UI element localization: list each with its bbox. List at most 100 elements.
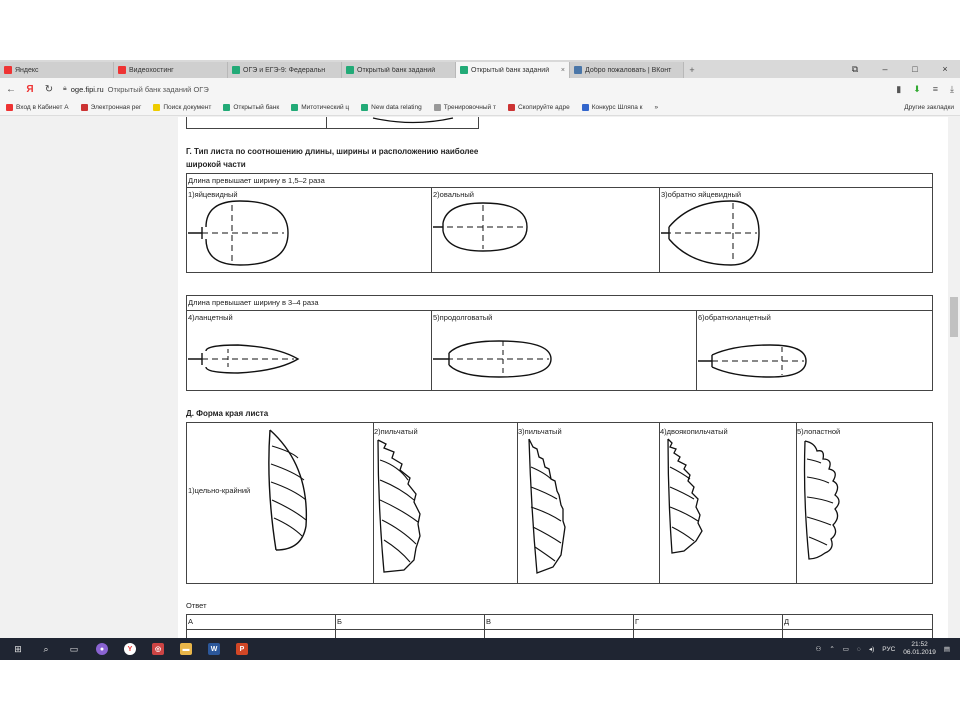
ovate-leaf-drawing xyxy=(188,200,289,266)
cell-divider xyxy=(659,422,660,584)
bookmark-item[interactable]: Скопируйте адре xyxy=(507,104,570,111)
bookmarks-bar: Вход в Кабинет А Электронная рег Поиск д… xyxy=(0,100,960,116)
site-icon xyxy=(507,104,515,111)
answer-column-g: Г xyxy=(635,617,640,626)
site-icon xyxy=(433,104,441,111)
cortana-icon[interactable]: ● xyxy=(88,638,116,660)
back-icon[interactable]: ← xyxy=(6,84,16,95)
bookmark-item[interactable]: Тренировочный т xyxy=(433,104,496,111)
clock-time: 21:52 xyxy=(911,641,928,648)
network-icon[interactable]: ◌ xyxy=(857,646,861,653)
leaf-type-oblanceolate-label: 6)обратноланцетный xyxy=(698,313,771,322)
group1-row xyxy=(186,187,933,273)
fipi-icon xyxy=(346,66,354,74)
bookmark-item[interactable]: Поиск документ xyxy=(153,104,211,111)
tab-oge-ege[interactable]: ОГЭ и ЕГЭ-9: Федеральн xyxy=(228,62,342,78)
up-arrow-icon[interactable]: ⌃ xyxy=(829,645,834,653)
tab-manager-icon[interactable]: ⧉ xyxy=(840,60,870,78)
menu-icon[interactable]: ≡ xyxy=(933,84,938,95)
bookmark-icon[interactable]: ▮ xyxy=(896,84,901,95)
bookmark-item[interactable]: Электронная рег xyxy=(80,104,142,111)
download-icon[interactable]: ⬇ xyxy=(913,84,921,95)
bookmarks-more-button[interactable]: » xyxy=(655,104,659,111)
battery-icon[interactable]: ▭ xyxy=(843,645,849,653)
margin-serrate2-label: 3)пильчатый xyxy=(518,427,562,436)
entire-margin-leaf-drawing xyxy=(262,426,312,554)
leaf-type-lanceolate-label: 4)ланцетный xyxy=(188,313,233,322)
cell-divider xyxy=(796,422,797,584)
vertical-scrollbar[interactable] xyxy=(948,117,960,638)
cell-divider xyxy=(335,614,336,638)
tab-open-bank-active[interactable]: Открытый банк заданий × xyxy=(456,62,570,78)
maximize-button[interactable]: □ xyxy=(900,60,930,78)
tab-label: Открытый банк заданий xyxy=(471,66,550,74)
leaf-drawing-fragment xyxy=(372,117,454,124)
bookmark-label: Электронная рег xyxy=(90,104,142,111)
start-icon[interactable]: ⊞ xyxy=(4,638,32,660)
search-icon[interactable]: ⌕ xyxy=(32,638,60,660)
answer-table xyxy=(186,614,933,638)
clock[interactable]: 21:52 06.01.2019 xyxy=(903,641,936,657)
oblong-leaf-drawing xyxy=(433,340,552,378)
yandex-browser-icon[interactable]: Y xyxy=(116,638,144,660)
window-controls: ⧉ – □ × xyxy=(840,60,960,78)
leaf-type-oblong-label: 5)продолговатый xyxy=(433,313,493,322)
bookmark-item[interactable]: Открытый банк xyxy=(223,104,279,111)
tab-open-bank-1[interactable]: Открытый банк заданий xyxy=(342,62,456,78)
leaf-type-oval-label: 2)овальный xyxy=(433,190,474,199)
tab-video[interactable]: Видеохостинг xyxy=(114,62,228,78)
oval-leaf-drawing xyxy=(433,202,528,252)
answer-column-b: Б xyxy=(337,617,342,626)
bookmark-item[interactable]: Вход в Кабинет А xyxy=(6,104,69,111)
notifications-icon[interactable]: ▤ xyxy=(944,645,950,653)
close-tab-icon[interactable]: × xyxy=(561,67,565,74)
tab-vk[interactable]: Добро пожаловать | ВКонт xyxy=(570,62,684,78)
app-icon[interactable]: ◎ xyxy=(144,638,172,660)
bookmark-item[interactable]: Конкурс Шляпа к xyxy=(581,104,643,111)
people-icon[interactable]: ⚇ xyxy=(816,645,822,653)
file-explorer-icon[interactable]: ▬ xyxy=(172,638,200,660)
yandex-icon xyxy=(4,66,12,74)
section-g-title-cont: широкой части xyxy=(186,160,246,169)
scrollbar-thumb[interactable] xyxy=(950,297,958,337)
url-field[interactable]: 🔒︎ oge.fipi.ru Открытый банк заданий ОГЭ xyxy=(63,85,887,94)
cell-divider xyxy=(633,614,634,638)
tab-label: Открытый банк заданий xyxy=(357,66,436,74)
bookmark-label: Поиск документ xyxy=(163,104,212,111)
bookmark-label: Конкурс Шляпа к xyxy=(591,104,643,111)
lanceolate-leaf-drawing xyxy=(188,344,300,374)
answer-column-d: Д xyxy=(784,617,790,626)
close-button[interactable]: × xyxy=(930,60,960,78)
tab-label: Видеохостинг xyxy=(129,66,174,74)
bookmark-label: Открытый банк xyxy=(233,104,280,111)
lobed-margin-leaf-drawing xyxy=(801,437,843,563)
fipi-icon xyxy=(460,66,468,74)
yandex-home-icon[interactable]: Я xyxy=(25,84,35,95)
word-icon[interactable]: W xyxy=(200,638,228,660)
new-tab-button[interactable]: + xyxy=(684,62,700,78)
table-border xyxy=(186,128,479,129)
reload-icon[interactable]: ↻ xyxy=(44,84,54,95)
margin-entire-label: 1)цельно-крайний xyxy=(188,486,251,495)
folder-icon xyxy=(153,104,161,111)
task-view-icon[interactable]: ▭ xyxy=(60,638,88,660)
serrate2-margin-leaf-drawing xyxy=(525,437,569,577)
bookmark-label: Тренировочный т xyxy=(443,104,496,111)
minimize-button[interactable]: – xyxy=(870,60,900,78)
language-indicator[interactable]: РУС xyxy=(882,646,895,653)
bookmark-label: New data relating xyxy=(371,104,422,111)
bookmark-item[interactable]: New data relating xyxy=(361,104,422,111)
volume-icon[interactable]: ◂) xyxy=(869,645,874,653)
doubly-serrate-margin-leaf-drawing xyxy=(664,437,708,557)
bookmark-item[interactable]: Митотический ц xyxy=(291,104,349,111)
obovate-leaf-drawing xyxy=(661,200,760,266)
other-bookmarks-button[interactable]: Другие закладки xyxy=(904,104,954,111)
download-progress-icon[interactable]: ⤓ xyxy=(950,84,954,95)
url-page-title: Открытый банк заданий ОГЭ xyxy=(107,84,209,94)
cell-divider xyxy=(484,614,485,638)
url-domain: oge.fipi.ru xyxy=(70,84,104,94)
powerpoint-icon[interactable]: P xyxy=(228,638,256,660)
windows-taskbar: ⊞ ⌕ ▭ ● Y ◎ ▬ W P ⚇ ⌃ ▭ ◌ ◂) РУС 21:52 0… xyxy=(0,638,960,660)
bookmark-label: Скопируйте адре xyxy=(517,104,570,111)
tab-yandex[interactable]: Яндекс xyxy=(0,62,114,78)
